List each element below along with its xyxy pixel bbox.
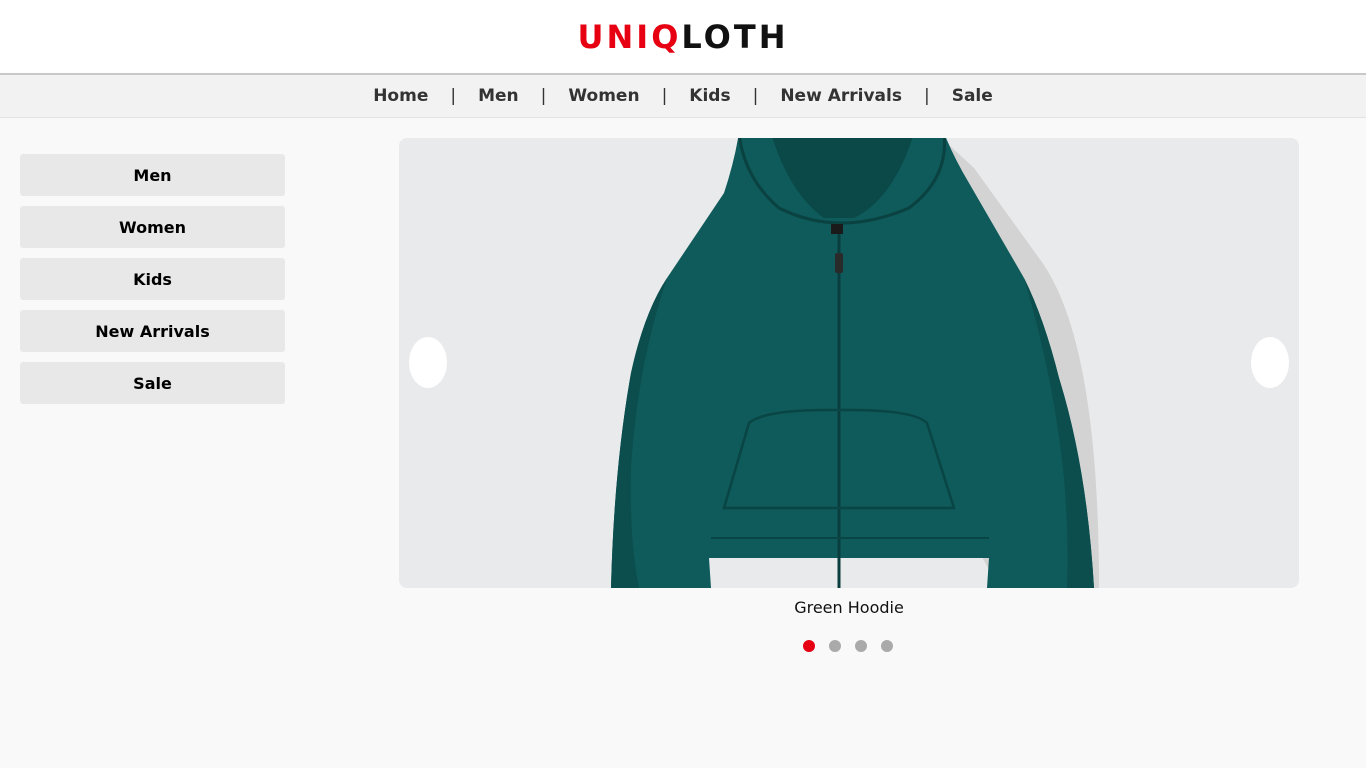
nav-separator: | bbox=[661, 86, 668, 106]
carousel-dot-4[interactable] bbox=[881, 640, 893, 652]
nav-link-men[interactable]: Men bbox=[478, 86, 519, 106]
nav-separator: | bbox=[752, 86, 759, 106]
top-nav: Home | Men | Women | Kids | New Arrivals… bbox=[0, 73, 1366, 118]
category-sidebar: Men Women Kids New Arrivals Sale bbox=[20, 154, 285, 414]
nav-separator: | bbox=[540, 86, 547, 106]
sidebar-button-kids[interactable]: Kids bbox=[20, 258, 285, 300]
carousel-next-button[interactable] bbox=[1251, 337, 1289, 388]
nav-separator: | bbox=[450, 86, 457, 106]
carousel-prev-button[interactable] bbox=[409, 337, 447, 388]
nav-link-home[interactable]: Home bbox=[373, 86, 428, 106]
sidebar-button-new-arrivals[interactable]: New Arrivals bbox=[20, 310, 285, 352]
logo-black-part: LOTH bbox=[681, 17, 789, 56]
brand-logo[interactable]: UNIQ LOTH bbox=[578, 18, 789, 56]
nav-link-kids[interactable]: Kids bbox=[689, 86, 730, 106]
carousel-dot-2[interactable] bbox=[829, 640, 841, 652]
logo-red-part: UNIQ bbox=[577, 17, 682, 56]
nav-separator: | bbox=[923, 86, 930, 106]
site-header: UNIQ LOTH bbox=[0, 0, 1366, 73]
product-image-hoodie[interactable] bbox=[399, 138, 1299, 588]
sidebar-button-women[interactable]: Women bbox=[20, 206, 285, 248]
product-carousel bbox=[399, 138, 1299, 588]
sidebar-button-sale[interactable]: Sale bbox=[20, 362, 285, 404]
nav-link-women[interactable]: Women bbox=[568, 86, 639, 106]
nav-link-sale[interactable]: Sale bbox=[952, 86, 993, 106]
sidebar-button-men[interactable]: Men bbox=[20, 154, 285, 196]
carousel-indicators bbox=[803, 640, 893, 652]
product-caption: Green Hoodie bbox=[794, 598, 904, 617]
carousel-dot-1[interactable] bbox=[803, 640, 815, 652]
carousel-dot-3[interactable] bbox=[855, 640, 867, 652]
nav-link-new-arrivals[interactable]: New Arrivals bbox=[780, 86, 902, 106]
